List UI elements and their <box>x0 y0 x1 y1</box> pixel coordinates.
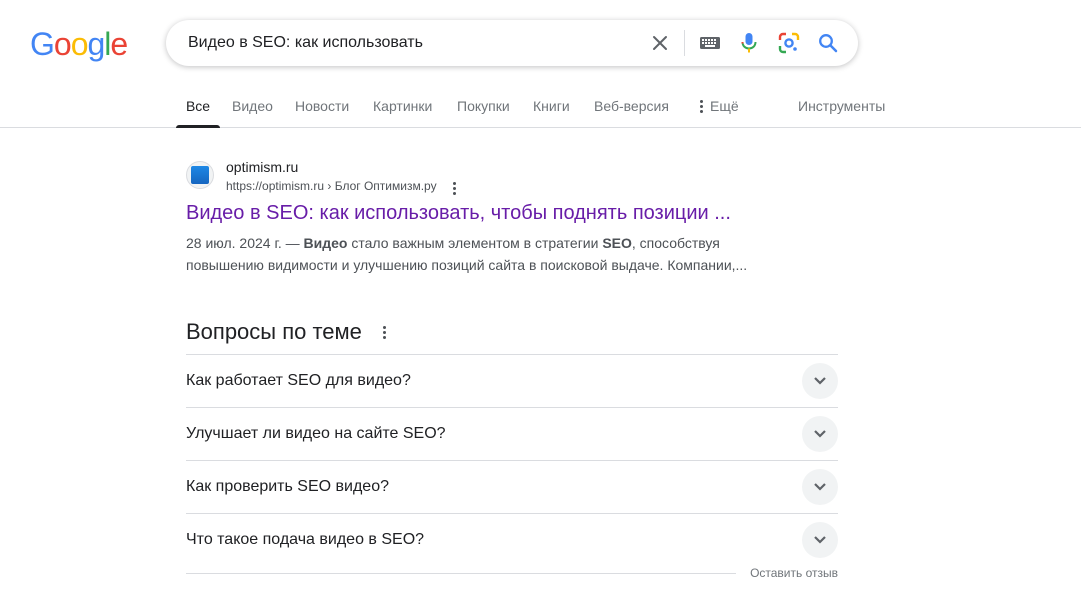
tab-news[interactable]: Новости <box>295 88 349 128</box>
voice-search-button[interactable] <box>737 31 761 55</box>
result-snippet: 28 июл. 2024 г. — Видео стало важным эле… <box>186 232 766 276</box>
tab-web[interactable]: Веб-версия <box>594 88 669 128</box>
tab-video[interactable]: Видео <box>232 88 273 128</box>
result-date: 28 июл. 2024 г. — <box>186 235 300 251</box>
paa-question[interactable]: Как проверить SEO видео? <box>186 460 838 513</box>
search-button[interactable] <box>816 31 840 55</box>
result-url[interactable]: https://optimism.ru › Блог Оптимизм.ру <box>226 179 437 193</box>
tab-all[interactable]: Все <box>176 88 220 128</box>
result-site-name[interactable]: optimism.ru <box>226 159 298 175</box>
tab-more[interactable]: Ещё <box>698 88 739 124</box>
expand-button[interactable] <box>802 363 838 399</box>
paa-question-text: Как работает SEO для видео? <box>186 372 411 389</box>
result-title-link[interactable]: Видео в SEO: как использовать, чтобы под… <box>186 202 731 225</box>
more-vert-icon <box>382 325 386 329</box>
logo-letter: G <box>30 26 55 62</box>
logo-letter: o <box>53 26 72 62</box>
snippet-bold: Видео <box>303 235 348 251</box>
lens-icon <box>778 32 800 54</box>
keyboard-icon <box>700 37 720 49</box>
paa-more-button[interactable] <box>376 324 392 340</box>
paa-list: Как работает SEO для видео? Улучшает ли … <box>186 354 838 566</box>
paa-divider <box>186 573 736 574</box>
header: Google Все Видео Новости Картинки Покупк… <box>0 0 1081 128</box>
paa-heading: Вопросы по теме <box>186 319 362 344</box>
search-box <box>166 20 858 66</box>
related-questions: Вопросы по теме Как работает SEO для вид… <box>186 318 838 580</box>
chevron-down-icon <box>814 377 826 385</box>
chevron-down-icon <box>814 483 826 491</box>
logo-letter: g <box>87 26 105 62</box>
paa-question-text: Что такое подача видео в SEO? <box>186 531 425 548</box>
tools-button[interactable]: Инструменты <box>798 88 885 124</box>
logo-letter: e <box>110 26 128 62</box>
result-url-base: https://optimism.ru <box>226 179 325 193</box>
tab-images[interactable]: Картинки <box>373 88 432 128</box>
microphone-icon <box>741 33 757 53</box>
result-more-button[interactable] <box>446 180 462 196</box>
more-vert-icon <box>452 181 456 185</box>
result-breadcrumb: › Блог Оптимизм.ру <box>327 179 437 193</box>
site-favicon[interactable] <box>186 161 214 189</box>
search-icon <box>819 34 838 53</box>
feedback-link[interactable]: Оставить отзыв <box>750 566 838 580</box>
snippet-bold: SEO <box>602 235 632 251</box>
expand-button[interactable] <box>802 522 838 558</box>
expand-button[interactable] <box>802 416 838 452</box>
tab-books[interactable]: Книги <box>533 88 570 128</box>
search-divider <box>684 30 685 56</box>
expand-button[interactable] <box>802 469 838 505</box>
paa-question[interactable]: Улучшает ли видео на сайте SEO? <box>186 407 838 460</box>
keyboard-button[interactable] <box>698 31 722 55</box>
favicon-image <box>191 166 209 184</box>
logo-letter: o <box>70 26 89 62</box>
chevron-down-icon <box>814 536 826 544</box>
paa-question[interactable]: Как работает SEO для видео? <box>186 354 838 407</box>
lens-button[interactable] <box>777 31 801 55</box>
paa-question-text: Улучшает ли видео на сайте SEO? <box>186 425 446 442</box>
close-icon <box>653 36 667 50</box>
search-input[interactable] <box>188 32 628 54</box>
google-logo[interactable]: Google <box>30 26 128 62</box>
tab-shopping[interactable]: Покупки <box>457 88 510 128</box>
paa-question[interactable]: Что такое подача видео в SEO? <box>186 513 838 566</box>
chevron-down-icon <box>814 430 826 438</box>
clear-button[interactable] <box>648 31 672 55</box>
more-vert-icon <box>698 98 704 114</box>
paa-question-text: Как проверить SEO видео? <box>186 478 389 495</box>
snippet-text: стало важным элементом в стратегии <box>347 235 603 251</box>
tab-more-label: Ещё <box>710 98 739 114</box>
